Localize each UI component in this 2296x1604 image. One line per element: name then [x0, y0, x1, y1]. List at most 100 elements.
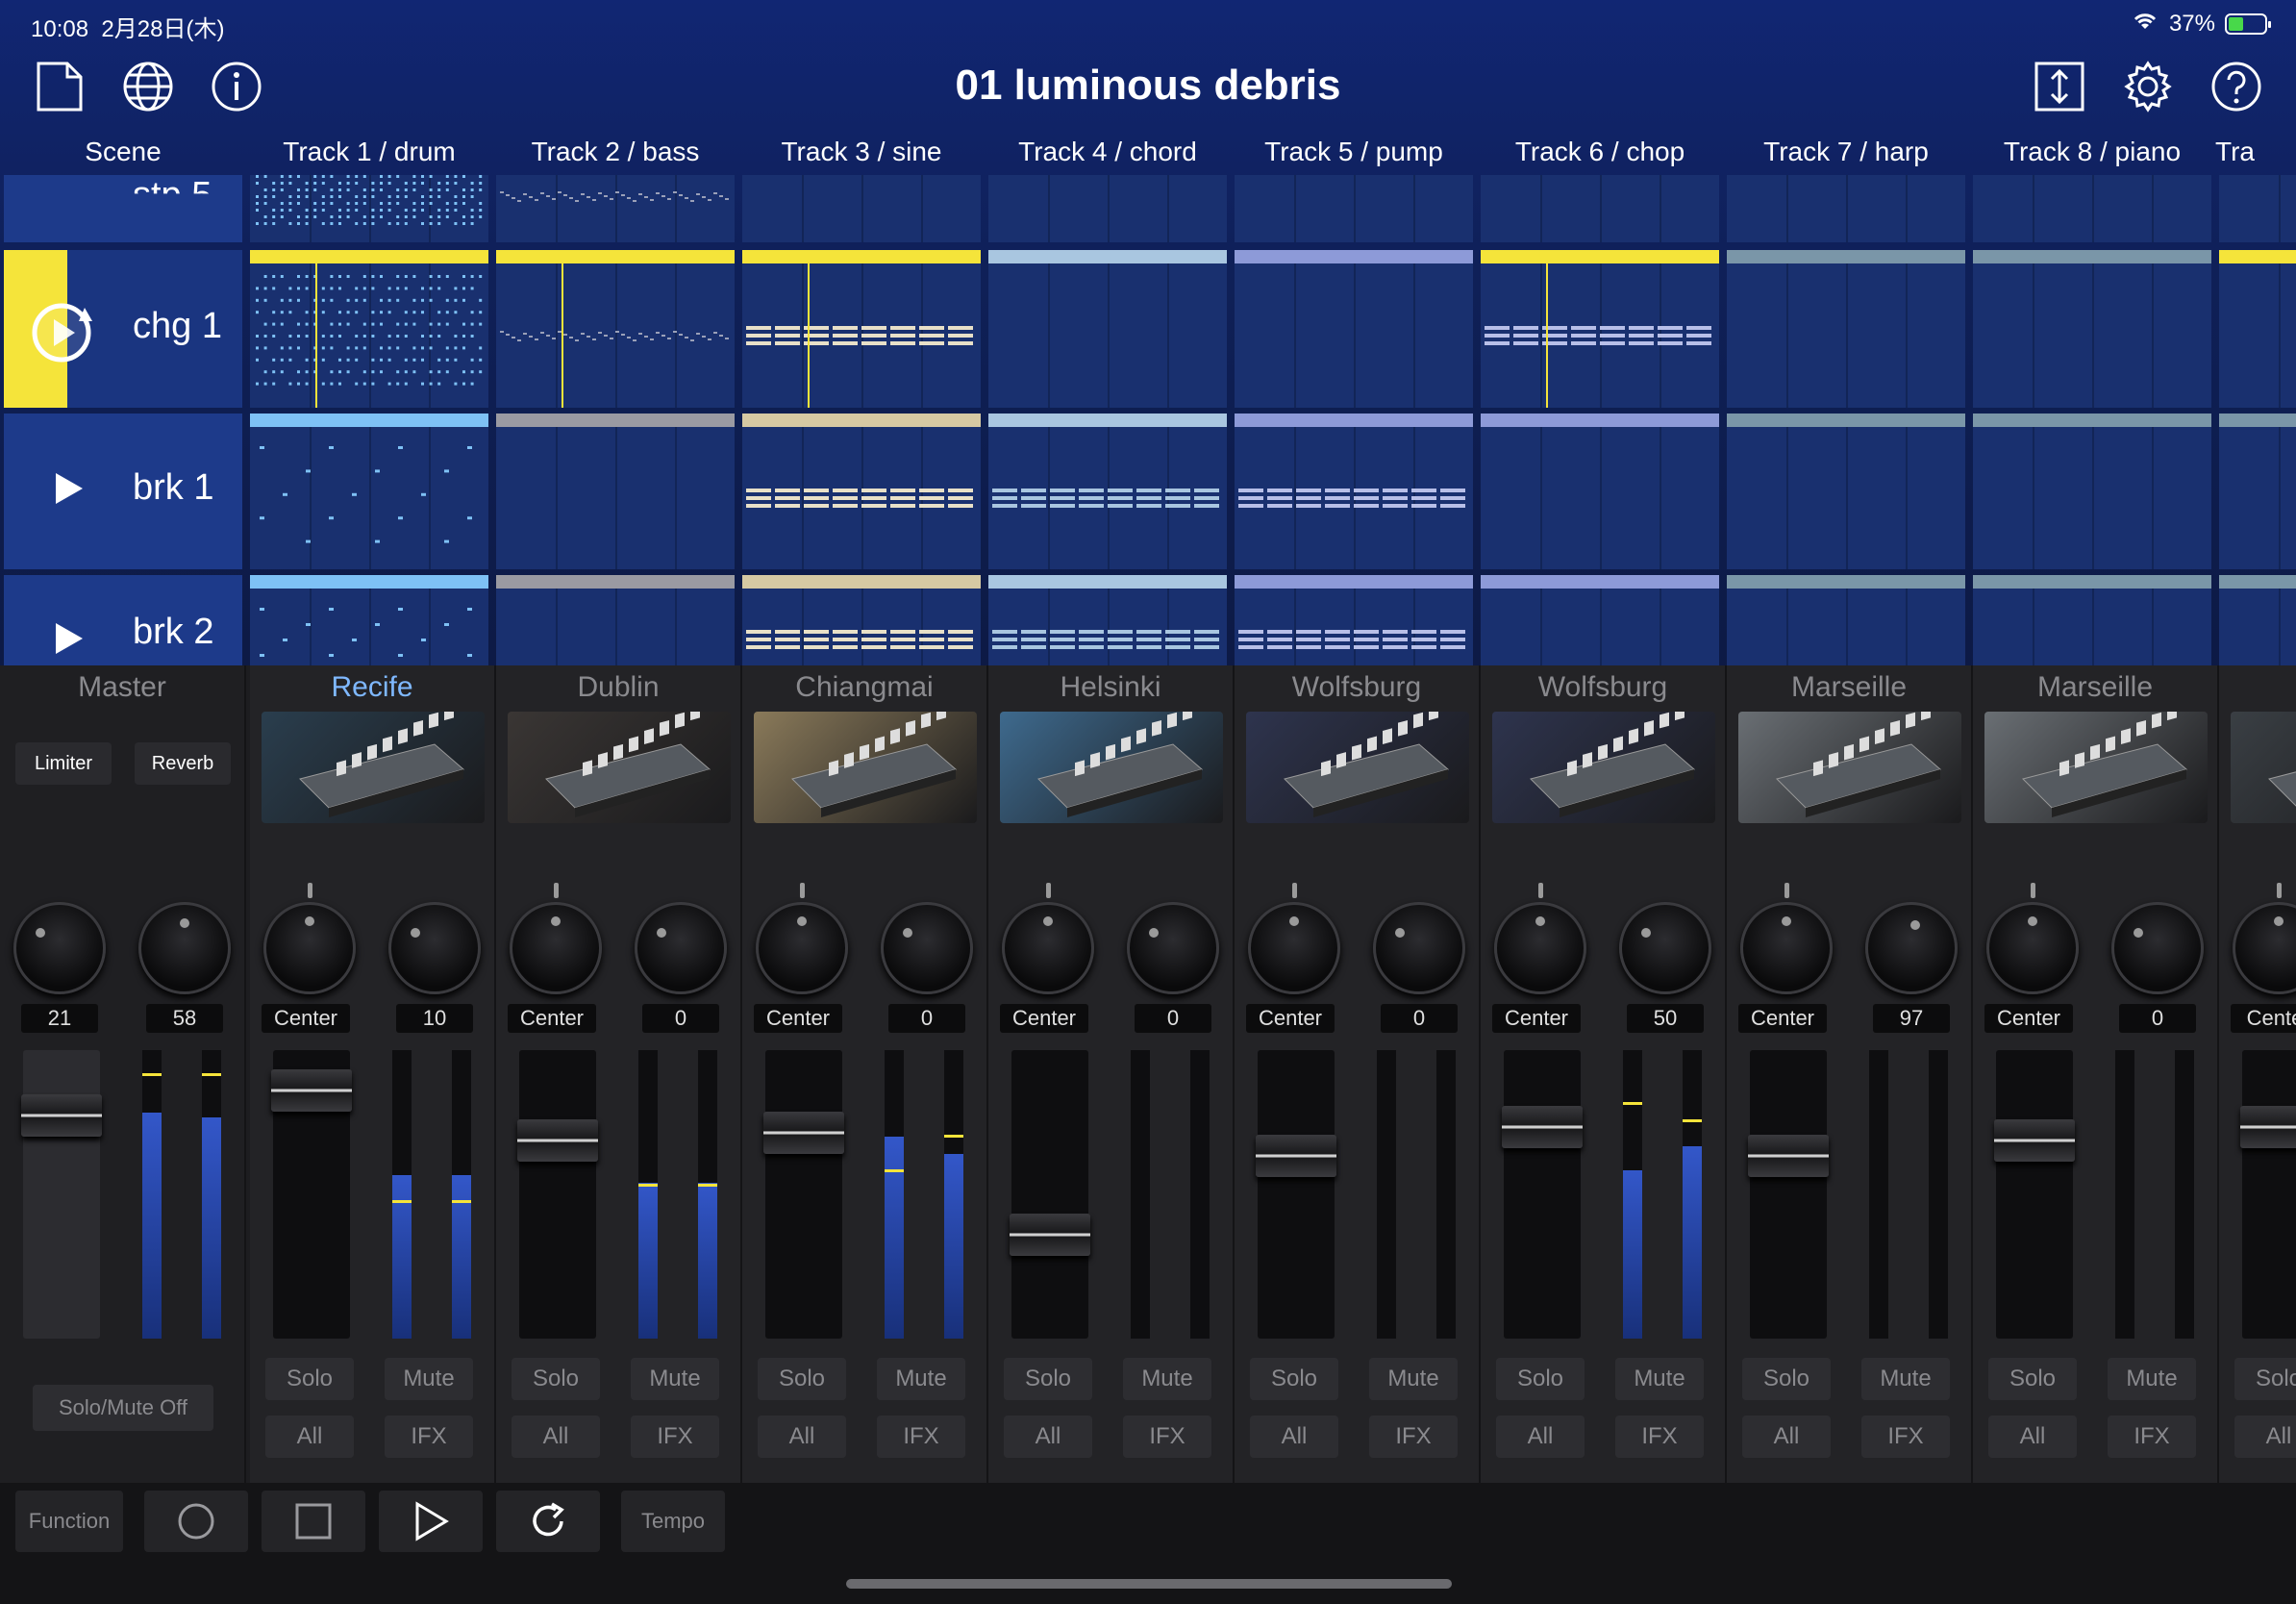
instrument-thumbnail[interactable]	[1000, 704, 1223, 823]
clip-cell[interactable]	[1973, 414, 2211, 569]
send-knob[interactable]	[1619, 902, 1711, 994]
send-knob[interactable]	[635, 902, 727, 994]
resize-vertical-icon[interactable]	[2033, 60, 2086, 113]
clip-cell[interactable]	[742, 575, 981, 665]
fader-track[interactable]	[1502, 1050, 1583, 1339]
clip-cell[interactable]	[2219, 175, 2296, 242]
fader-track[interactable]	[517, 1050, 598, 1339]
limiter-button[interactable]: Limiter	[15, 742, 112, 785]
ifx-button[interactable]: IFX	[1615, 1416, 1704, 1458]
home-indicator[interactable]	[846, 1579, 1452, 1589]
mute-button[interactable]: Mute	[1861, 1358, 1950, 1400]
solo-button[interactable]: Solo	[265, 1358, 354, 1400]
clip-cell[interactable]	[1481, 175, 1719, 242]
ifx-button[interactable]: IFX	[877, 1416, 965, 1458]
pan-knob[interactable]	[1494, 902, 1586, 994]
solo-button[interactable]: Solo	[512, 1358, 600, 1400]
fader-handle[interactable]	[1010, 1214, 1090, 1256]
play-button[interactable]	[379, 1491, 483, 1552]
fader-track[interactable]	[1256, 1050, 1336, 1339]
send-knob[interactable]	[1373, 902, 1465, 994]
clip-cell[interactable]	[1973, 575, 2211, 665]
instrument-thumbnail[interactable]	[1246, 704, 1469, 823]
mute-button[interactable]: Mute	[877, 1358, 965, 1400]
all-button[interactable]: All	[758, 1416, 846, 1458]
clip-cell[interactable]	[1727, 575, 1965, 665]
record-button[interactable]	[144, 1491, 248, 1552]
solo-button[interactable]: Solo	[1496, 1358, 1585, 1400]
instrument-thumbnail[interactable]	[2231, 712, 2296, 823]
function-button[interactable]: Function	[15, 1491, 123, 1552]
master-fader-track[interactable]	[21, 1050, 102, 1339]
instrument-thumbnail[interactable]	[1492, 704, 1715, 823]
clip-cell[interactable]	[742, 414, 981, 569]
solo-button[interactable]: Solo	[2234, 1358, 2296, 1400]
fader-track[interactable]	[2240, 1050, 2296, 1339]
send-knob[interactable]	[1865, 902, 1958, 994]
fader-handle[interactable]	[1748, 1135, 1829, 1177]
fader-handle[interactable]	[1994, 1119, 2075, 1162]
scene-cell-brk1[interactable]: brk 1	[4, 414, 242, 569]
pan-knob[interactable]	[2233, 902, 2296, 994]
clip-cell[interactable]	[1481, 414, 1719, 569]
fader-track[interactable]	[1010, 1050, 1090, 1339]
pan-knob[interactable]	[510, 902, 602, 994]
pan-knob[interactable]	[1248, 902, 1340, 994]
mute-button[interactable]: Mute	[1123, 1358, 1211, 1400]
pan-knob[interactable]	[1986, 902, 2079, 994]
ifx-button[interactable]: IFX	[2108, 1416, 2196, 1458]
clip-cell[interactable]	[250, 575, 488, 665]
track-header[interactable]: Track 8 / piano	[1969, 137, 2215, 167]
instrument-thumbnail[interactable]	[262, 704, 485, 823]
clip-cell[interactable]	[742, 250, 981, 408]
all-button[interactable]: All	[512, 1416, 600, 1458]
all-button[interactable]: All	[1496, 1416, 1585, 1458]
gear-icon[interactable]	[2121, 60, 2175, 113]
clip-cell[interactable]	[988, 414, 1227, 569]
mute-button[interactable]: Mute	[1615, 1358, 1704, 1400]
tempo-button[interactable]: Tempo	[621, 1491, 725, 1552]
all-button[interactable]: All	[1250, 1416, 1338, 1458]
fader-handle[interactable]	[763, 1112, 844, 1154]
scene-cell-stp5[interactable]: stp 5	[4, 175, 242, 242]
instrument-thumbnail[interactable]	[754, 704, 977, 823]
ifx-button[interactable]: IFX	[385, 1416, 473, 1458]
clip-cell[interactable]	[250, 250, 488, 408]
all-button[interactable]: All	[265, 1416, 354, 1458]
clip-cell[interactable]	[1481, 575, 1719, 665]
send-knob[interactable]	[1127, 902, 1219, 994]
clip-cell[interactable]	[496, 250, 735, 408]
pan-knob[interactable]	[263, 902, 356, 994]
master-knob-left[interactable]	[13, 902, 106, 994]
instrument-thumbnail[interactable]	[1984, 704, 2208, 823]
fader-track[interactable]	[763, 1050, 844, 1339]
fader-track[interactable]	[271, 1050, 352, 1339]
master-fader-handle[interactable]	[21, 1094, 102, 1137]
scene-cell-chg1[interactable]: chg 1	[4, 250, 242, 408]
track-header[interactable]: Track 3 / sine	[738, 137, 985, 167]
clip-cell[interactable]	[2219, 414, 2296, 569]
solo-button[interactable]: Solo	[1742, 1358, 1831, 1400]
help-icon[interactable]	[2209, 60, 2263, 113]
scene-cell-brk2[interactable]: brk 2	[4, 575, 242, 665]
fader-track[interactable]	[1748, 1050, 1829, 1339]
ifx-button[interactable]: IFX	[631, 1416, 719, 1458]
solo-button[interactable]: Solo	[1988, 1358, 2077, 1400]
all-button[interactable]: All	[2234, 1416, 2296, 1458]
reverb-button[interactable]: Reverb	[135, 742, 231, 785]
pan-knob[interactable]	[1002, 902, 1094, 994]
instrument-thumbnail[interactable]	[1738, 704, 1961, 823]
clip-cell[interactable]	[988, 575, 1227, 665]
fader-handle[interactable]	[271, 1069, 352, 1112]
clip-cell[interactable]	[988, 175, 1227, 242]
solo-button[interactable]: Solo	[758, 1358, 846, 1400]
track-header[interactable]: Track 6 / chop	[1477, 137, 1723, 167]
all-button[interactable]: All	[1742, 1416, 1831, 1458]
master-knob-right[interactable]	[138, 902, 231, 994]
clip-cell[interactable]	[1727, 175, 1965, 242]
clip-cell[interactable]	[1727, 414, 1965, 569]
clip-cell[interactable]	[496, 575, 735, 665]
clip-cell[interactable]	[2219, 575, 2296, 665]
track-header[interactable]: Track 7 / harp	[1723, 137, 1969, 167]
fader-handle[interactable]	[1256, 1135, 1336, 1177]
